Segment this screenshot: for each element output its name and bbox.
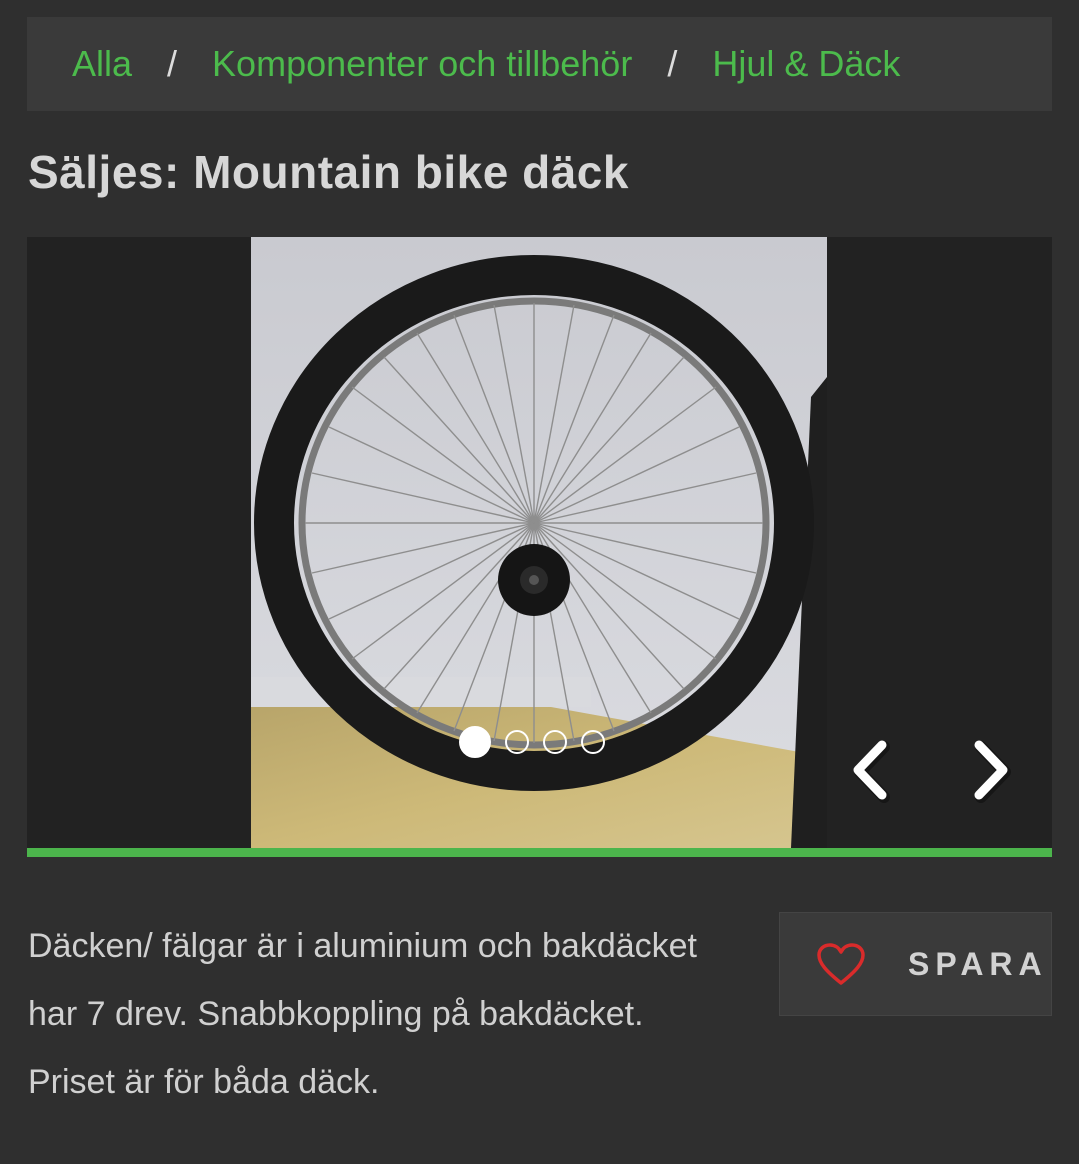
chevron-right-icon[interactable] bbox=[959, 735, 1019, 805]
breadcrumb-item-hjul-dack[interactable]: Hjul & Däck bbox=[712, 43, 900, 85]
save-button[interactable]: SPARA bbox=[779, 912, 1052, 1016]
save-button-label: SPARA bbox=[908, 945, 1048, 982]
pagination-dot-2[interactable] bbox=[505, 730, 529, 754]
pagination-dot-4[interactable] bbox=[581, 730, 605, 754]
heart-icon bbox=[817, 943, 865, 985]
listing-description: Däcken/ fälgar är i aluminium och bakdäc… bbox=[28, 927, 697, 1101]
breadcrumb-item-komponenter[interactable]: Komponenter och tillbehör bbox=[212, 43, 632, 85]
pagination-dot-1[interactable] bbox=[459, 726, 491, 758]
chevron-left-icon[interactable] bbox=[842, 735, 902, 805]
pagination-dot-3[interactable] bbox=[543, 730, 567, 754]
listing-title: Säljes: Mountain bike däck bbox=[28, 146, 629, 198]
gallery-pagination bbox=[459, 726, 605, 758]
breadcrumb-item-alla[interactable]: Alla bbox=[72, 43, 132, 85]
gallery-accent-bar bbox=[27, 848, 1052, 857]
breadcrumb-separator: / bbox=[167, 43, 178, 84]
listing-page: Alla / Komponenter och tillbehör / Hjul … bbox=[0, 0, 1079, 1164]
image-gallery bbox=[27, 237, 1052, 848]
breadcrumb: Alla / Komponenter och tillbehör / Hjul … bbox=[27, 17, 1052, 111]
breadcrumb-separator: / bbox=[667, 43, 678, 84]
